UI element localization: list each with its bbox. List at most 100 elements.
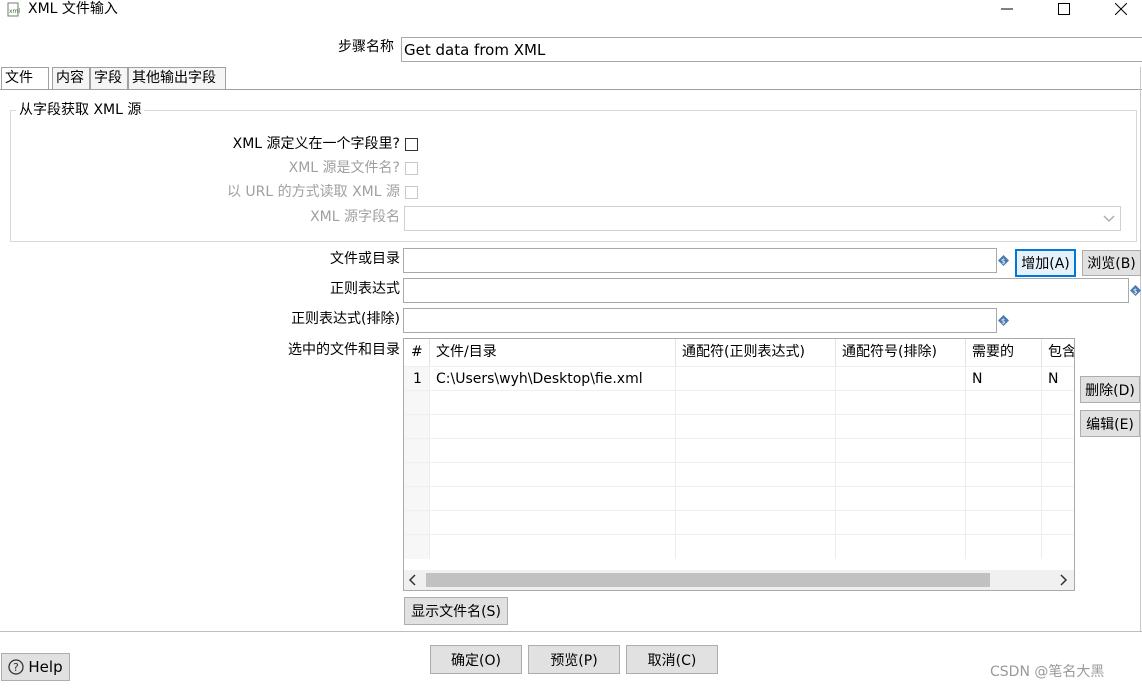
regex-label: 正则表达式 [330, 281, 400, 297]
watermark: CSDN @笔名大黑 [990, 664, 1105, 680]
tab-file[interactable]: 文件 [1, 67, 49, 90]
cell-exclude [836, 415, 966, 439]
cell-wildcard [676, 535, 836, 559]
group-title: 从字段获取 XML 源 [16, 101, 145, 119]
row-index [404, 415, 430, 439]
table-row [404, 414, 1074, 439]
column-header-file[interactable]: 文件/目录 [430, 339, 676, 366]
row-index [404, 391, 430, 415]
variable-icon: $ [998, 314, 1009, 326]
xml-is-filename-checkbox[interactable] [405, 162, 418, 175]
xml-in-field-checkbox[interactable] [405, 138, 418, 151]
cell-required [966, 511, 1042, 535]
regex-exclude-input[interactable] [403, 308, 997, 333]
chevron-left-icon[interactable] [408, 574, 418, 590]
cell-file [430, 391, 676, 415]
tab-content[interactable]: 内容 [52, 67, 90, 89]
svg-text:xml: xml [9, 8, 20, 15]
show-filenames-button[interactable]: 显示文件名(S) [404, 597, 508, 625]
svg-text:$: $ [1133, 288, 1137, 296]
step-name-input[interactable] [401, 37, 1142, 62]
column-header-wildcard[interactable]: 通配符(正则表达式) [676, 339, 836, 366]
row-index [404, 463, 430, 487]
cell-wildcard [676, 511, 836, 535]
cell-required [966, 415, 1042, 439]
minimize-icon [1001, 8, 1013, 10]
table-row [404, 486, 1074, 511]
table-row [404, 510, 1074, 535]
step-name-label: 步骤名称 [338, 39, 394, 55]
cell-exclude [836, 439, 966, 463]
svg-text:$: $ [1001, 258, 1005, 266]
xml-in-field-label: XML 源定义在一个字段里? [232, 136, 400, 152]
cell-wildcard [676, 439, 836, 463]
edit-button[interactable]: 编辑(E) [1080, 410, 1140, 437]
xml-field-name-label: XML 源字段名 [310, 209, 400, 225]
column-header-exclude[interactable]: 通配符号(排除) [836, 339, 966, 366]
cell-file [430, 511, 676, 535]
file-or-dir-input[interactable] [403, 248, 997, 273]
cell-wildcard[interactable] [676, 367, 836, 391]
xml-is-filename-label: XML 源是文件名? [288, 160, 400, 176]
tab-divider [0, 89, 1142, 90]
browse-button[interactable]: 浏览(B) [1082, 250, 1141, 276]
column-header-required[interactable]: 需要的 [966, 339, 1042, 366]
footer-divider [0, 631, 1142, 632]
read-url-checkbox[interactable] [405, 186, 418, 199]
cell-file [430, 487, 676, 511]
cell-file[interactable]: C:\Users\wyh\Desktop\fie.xml [430, 367, 676, 391]
cell-required [966, 439, 1042, 463]
cell-file [430, 415, 676, 439]
cell-include[interactable]: N [1042, 367, 1074, 391]
cell-required [966, 487, 1042, 511]
close-button[interactable] [1098, 0, 1142, 18]
regex-exclude-label: 正则表达式(排除) [291, 311, 400, 327]
table-row [404, 534, 1074, 559]
maximize-button[interactable] [1041, 0, 1087, 18]
cell-exclude [836, 463, 966, 487]
file-or-dir-label: 文件或目录 [330, 251, 400, 267]
svg-text:?: ? [13, 661, 19, 674]
cell-required [966, 535, 1042, 559]
cell-exclude[interactable] [836, 367, 966, 391]
xml-file-icon: xml [6, 2, 22, 18]
preview-button[interactable]: 预览(P) [528, 645, 620, 674]
help-icon: ? [8, 659, 25, 675]
xml-field-name-select[interactable] [404, 206, 1121, 231]
cell-wildcard [676, 391, 836, 415]
cell-exclude [836, 391, 966, 415]
chevron-down-icon [1100, 209, 1118, 228]
row-index [404, 535, 430, 559]
table-row [404, 390, 1074, 415]
table-row [404, 462, 1074, 487]
row-index [404, 487, 430, 511]
panel-border [1140, 67, 1141, 632]
variable-icon: $ [1130, 284, 1141, 296]
column-header-include[interactable]: 包含 [1042, 339, 1074, 366]
table-row [404, 438, 1074, 463]
table-row[interactable]: 1 C:\Users\wyh\Desktop\fie.xml N N [404, 366, 1074, 391]
cell-exclude [836, 487, 966, 511]
cell-wildcard [676, 487, 836, 511]
help-button[interactable]: ? Help [1, 653, 70, 681]
row-index: 1 [404, 367, 430, 391]
help-label: Help [28, 658, 63, 676]
scrollbar-thumb[interactable] [426, 573, 990, 587]
minimize-button[interactable] [984, 0, 1030, 18]
row-index [404, 511, 430, 535]
tab-other-output-fields[interactable]: 其他输出字段 [128, 67, 226, 89]
delete-button[interactable]: 删除(D) [1080, 376, 1140, 403]
read-url-label: 以 URL 的方式读取 XML 源 [226, 184, 400, 200]
chevron-right-icon[interactable] [1058, 574, 1068, 590]
horizontal-scrollbar[interactable] [404, 570, 1074, 590]
svg-text:$: $ [1001, 318, 1005, 326]
ok-button[interactable]: 确定(O) [430, 645, 522, 674]
cell-exclude [836, 511, 966, 535]
cancel-button[interactable]: 取消(C) [626, 645, 718, 674]
cell-required[interactable]: N [966, 367, 1042, 391]
regex-input[interactable] [403, 278, 1129, 303]
add-button[interactable]: 增加(A) [1015, 249, 1076, 277]
column-header-index[interactable]: # [404, 339, 430, 366]
tab-fields[interactable]: 字段 [90, 67, 128, 89]
maximize-icon [1058, 3, 1070, 15]
